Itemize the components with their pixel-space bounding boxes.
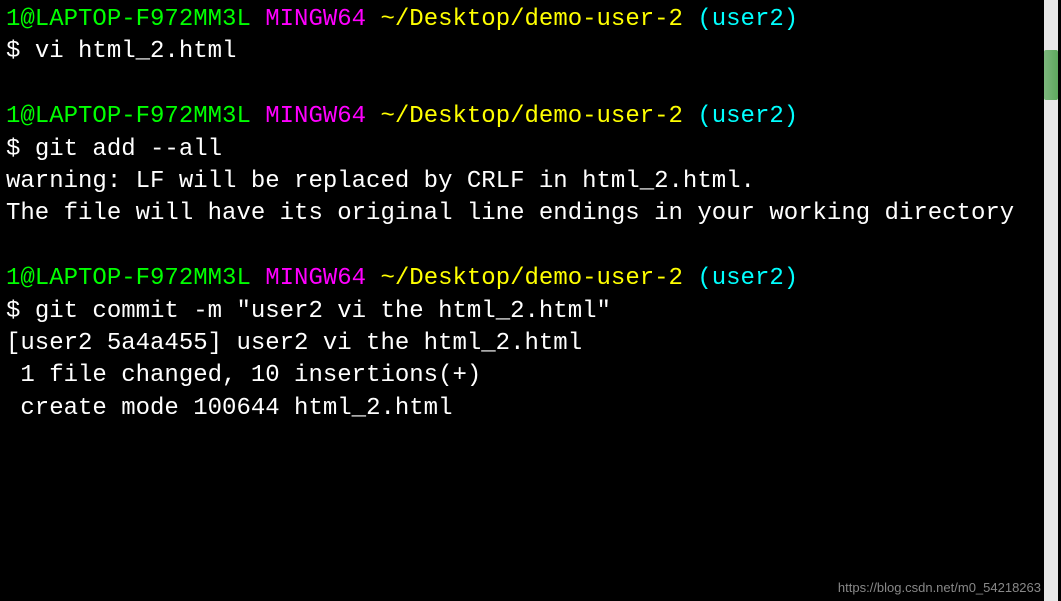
prompt-symbol: $	[6, 298, 35, 325]
prompt-user-host: 1@LAPTOP-F972MM3L	[6, 265, 251, 292]
prompt-branch-close: )	[784, 6, 798, 33]
prompt-branch-name: user2	[712, 265, 784, 292]
command-text: vi html_2.html	[35, 38, 237, 65]
prompt-branch-open: (	[697, 6, 711, 33]
prompt-path: ~/Desktop/demo-user-2	[380, 103, 682, 130]
output-commit: [user2 5a4a455] user2 vi the html_2.html	[6, 328, 1042, 360]
scrollbar-track[interactable]	[1044, 0, 1058, 601]
prompt-branch-close: )	[784, 265, 798, 292]
prompt-branch-close: )	[784, 103, 798, 130]
prompt-env: MINGW64	[265, 265, 366, 292]
prompt-branch-open: (	[697, 103, 711, 130]
prompt-env: MINGW64	[265, 103, 366, 130]
scrollbar-thumb[interactable]	[1044, 50, 1058, 100]
command-text: git add --all	[35, 136, 222, 163]
prompt-branch-open: (	[697, 265, 711, 292]
prompt-user-host: 1@LAPTOP-F972MM3L	[6, 103, 251, 130]
watermark-text: https://blog.csdn.net/m0_54218263	[838, 579, 1041, 597]
output-commit: 1 file changed, 10 insertions(+)	[6, 360, 1042, 392]
prompt-path: ~/Desktop/demo-user-2	[380, 265, 682, 292]
terminal-output[interactable]: 1@LAPTOP-F972MM3L MINGW64 ~/Desktop/demo…	[6, 4, 1042, 597]
prompt-symbol: $	[6, 38, 35, 65]
output-warning: warning: LF will be replaced by CRLF in …	[6, 166, 1042, 198]
prompt-env: MINGW64	[265, 6, 366, 33]
command-text: git commit -m "user2 vi the html_2.html"	[35, 298, 611, 325]
prompt-branch-name: user2	[712, 103, 784, 130]
prompt-path: ~/Desktop/demo-user-2	[380, 6, 682, 33]
prompt-symbol: $	[6, 136, 35, 163]
output-warning: The file will have its original line end…	[6, 198, 1042, 230]
output-commit: create mode 100644 html_2.html	[6, 393, 1042, 425]
prompt-user-host: 1@LAPTOP-F972MM3L	[6, 6, 251, 33]
prompt-branch-name: user2	[712, 6, 784, 33]
